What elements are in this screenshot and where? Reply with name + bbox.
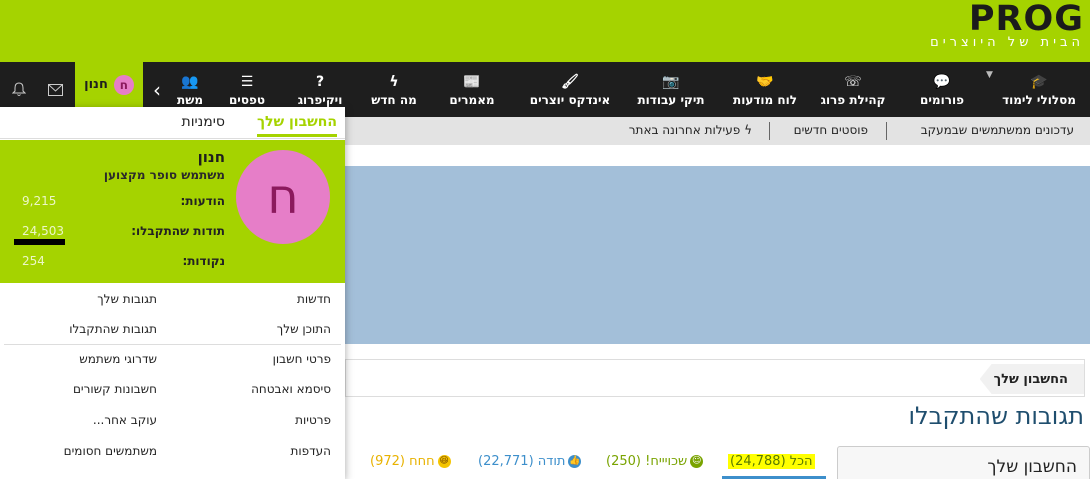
- divider: [886, 122, 887, 140]
- reaction-label: תודה (22,771): [478, 454, 566, 469]
- user-menu-button[interactable]: חנון ח: [75, 62, 143, 107]
- tab-bookmarks[interactable]: סימניות: [182, 114, 225, 130]
- lightning-icon: ϟ: [389, 73, 399, 90]
- nav-label: מאמרים: [449, 92, 495, 107]
- reaction-tab-thanks[interactable]: 👍 תודה (22,771): [478, 454, 582, 469]
- breadcrumb: החשבון שלך: [345, 359, 1085, 397]
- nav-item-community[interactable]: ☏ קהילת פרוג: [818, 62, 888, 117]
- sub-link-following-updates[interactable]: עדכונים ממשתמשים שבמעקב: [921, 123, 1074, 137]
- speech-bubbles-icon: 💬: [933, 73, 951, 90]
- menu-item-preferences[interactable]: העדפות: [290, 444, 331, 458]
- nav-item-bulletin-board[interactable]: 🤝 לוח מודעות: [730, 62, 800, 117]
- nav-item-portfolios[interactable]: 📷 תיקי עבודות: [636, 62, 706, 117]
- divider: [4, 344, 341, 345]
- sub-link-label: פעילות אחרונה באתר: [628, 123, 741, 137]
- nav-username: חנון: [84, 77, 108, 92]
- dropdown-caret-icon[interactable]: ▼: [986, 70, 993, 80]
- nav-label: תיקי עבודות: [637, 92, 705, 107]
- reaction-label: שכויייח! (250): [606, 454, 688, 469]
- reaction-tab-haha[interactable]: 😆 חחח (972): [370, 454, 451, 469]
- menu-item-news[interactable]: חדשות: [297, 292, 331, 306]
- stat-label-points: נקודות:: [182, 254, 225, 268]
- sub-link-new-posts[interactable]: פוסטים חדשים: [794, 123, 868, 137]
- logo-wordmark: PROG: [968, 0, 1084, 39]
- nav-item-creators-index[interactable]: 🖌 אינדקס יוצרים: [520, 62, 620, 117]
- menu-item-reactions-received[interactable]: תגובות שהתקבלו: [69, 322, 157, 336]
- nav-label: מסלולי לימוד: [1002, 92, 1076, 107]
- menu-item-account-details[interactable]: פרטי חשבון: [273, 352, 331, 366]
- nav-item-learning-paths[interactable]: 🎓 מסלולי לימוד: [1002, 62, 1076, 117]
- menu-item-password-security[interactable]: סיסמא ואבטחה: [251, 382, 331, 396]
- thumbs-up-icon: 👍: [568, 455, 582, 468]
- stat-label-messages: הודעות:: [180, 194, 225, 208]
- nav-label: לוח מודעות: [733, 92, 797, 107]
- profile-name[interactable]: חנון: [198, 148, 225, 166]
- menu-item-your-reactions[interactable]: תגובות שלך: [97, 292, 157, 306]
- menu-item-linked-accounts[interactable]: חשבונות קשורים: [73, 382, 157, 396]
- reaction-label: חחח (972): [370, 454, 435, 469]
- handshake-icon: 🤝: [756, 73, 774, 90]
- redaction-bar: [14, 239, 65, 245]
- account-dropdown: החשבון שלך סימניות ח חנון משתמש סופר מקצ…: [0, 107, 345, 479]
- tab-your-account[interactable]: החשבון שלך: [256, 114, 337, 137]
- breadcrumb-item[interactable]: החשבון שלך: [979, 364, 1084, 394]
- camera-icon: 📷: [662, 73, 680, 90]
- avatar: ח: [113, 74, 134, 95]
- banner-placeholder: [345, 166, 1090, 344]
- profile-card: ח חנון משתמש סופר מקצוען הודעות: 9,215 ת…: [0, 140, 345, 283]
- sidebar-account-box: החשבון שלך: [837, 446, 1090, 479]
- newspaper-icon: 📰: [463, 73, 481, 90]
- laughing-emoji-icon: 😆: [437, 455, 451, 468]
- users-icon: 👥: [181, 73, 199, 90]
- lightning-icon: ϟ: [740, 123, 752, 137]
- bell-icon: [12, 82, 26, 96]
- logo-tagline: הבית של היוצרים: [930, 35, 1084, 50]
- avatar[interactable]: ח: [236, 150, 330, 244]
- nav-item-forums[interactable]: 💬 פורומים: [912, 62, 972, 117]
- nav-item-whats-new[interactable]: ϟ מה חדש: [364, 62, 424, 117]
- menu-item-your-content[interactable]: התוכן שלך: [277, 322, 331, 336]
- menu-item-ignored-users[interactable]: משתמשים חסומים: [64, 444, 157, 458]
- reaction-tab-all[interactable]: הכל (24,788): [728, 454, 815, 469]
- stat-label-reactions: תודות שהתקבלו:: [131, 224, 225, 238]
- dropdown-tabs: החשבון שלך סימניות: [0, 107, 345, 139]
- sub-link-latest-activity[interactable]: ϟ פעילות אחרונה באתר: [629, 123, 752, 137]
- menu-item-privacy[interactable]: פרטיות: [295, 413, 331, 427]
- whatsapp-icon: ☏: [844, 73, 862, 90]
- nav-label: פורומים: [920, 92, 964, 107]
- envelope-icon: [47, 83, 63, 96]
- divider: [769, 122, 770, 140]
- nav-label: מה חדש: [371, 92, 417, 107]
- profile-rank: משתמש סופר מקצוען: [103, 168, 225, 182]
- sidebar-box-title: החשבון שלך: [987, 457, 1077, 477]
- site-header: PROG הבית של היוצרים: [0, 0, 1090, 62]
- nav-item-articles[interactable]: 📰 מאמרים: [442, 62, 502, 117]
- menu-item-user-upgrades[interactable]: שדרוגי משתמש: [79, 352, 157, 366]
- reaction-tab-thanks-bless[interactable]: ☺ שכויייח! (250): [606, 454, 704, 469]
- nav-label: משת: [177, 92, 203, 107]
- nav-label: אינדקס יוצרים: [529, 92, 611, 107]
- menu-item-following[interactable]: עוקב אחר...: [93, 413, 157, 427]
- prog-logo[interactable]: PROG הבית של היוצרים: [922, 2, 1084, 52]
- page-title: תגובות שהתקבלו: [908, 402, 1084, 430]
- nav-label: קהילת פרוג: [820, 92, 886, 107]
- nav-label: ויקיפרוג: [297, 92, 343, 107]
- stat-value-points[interactable]: 254: [22, 254, 45, 268]
- stat-value-messages[interactable]: 9,215: [22, 194, 56, 208]
- paintbrush-icon: 🖌: [561, 73, 579, 90]
- bless-emoji-icon: ☺: [690, 455, 704, 468]
- nav-label: טפסים: [228, 92, 266, 107]
- question-icon: ?: [315, 73, 325, 90]
- stat-value-reactions[interactable]: 24,503: [22, 224, 64, 238]
- graduation-cap-icon: 🎓: [1030, 73, 1048, 90]
- list-icon: ☰: [240, 73, 254, 90]
